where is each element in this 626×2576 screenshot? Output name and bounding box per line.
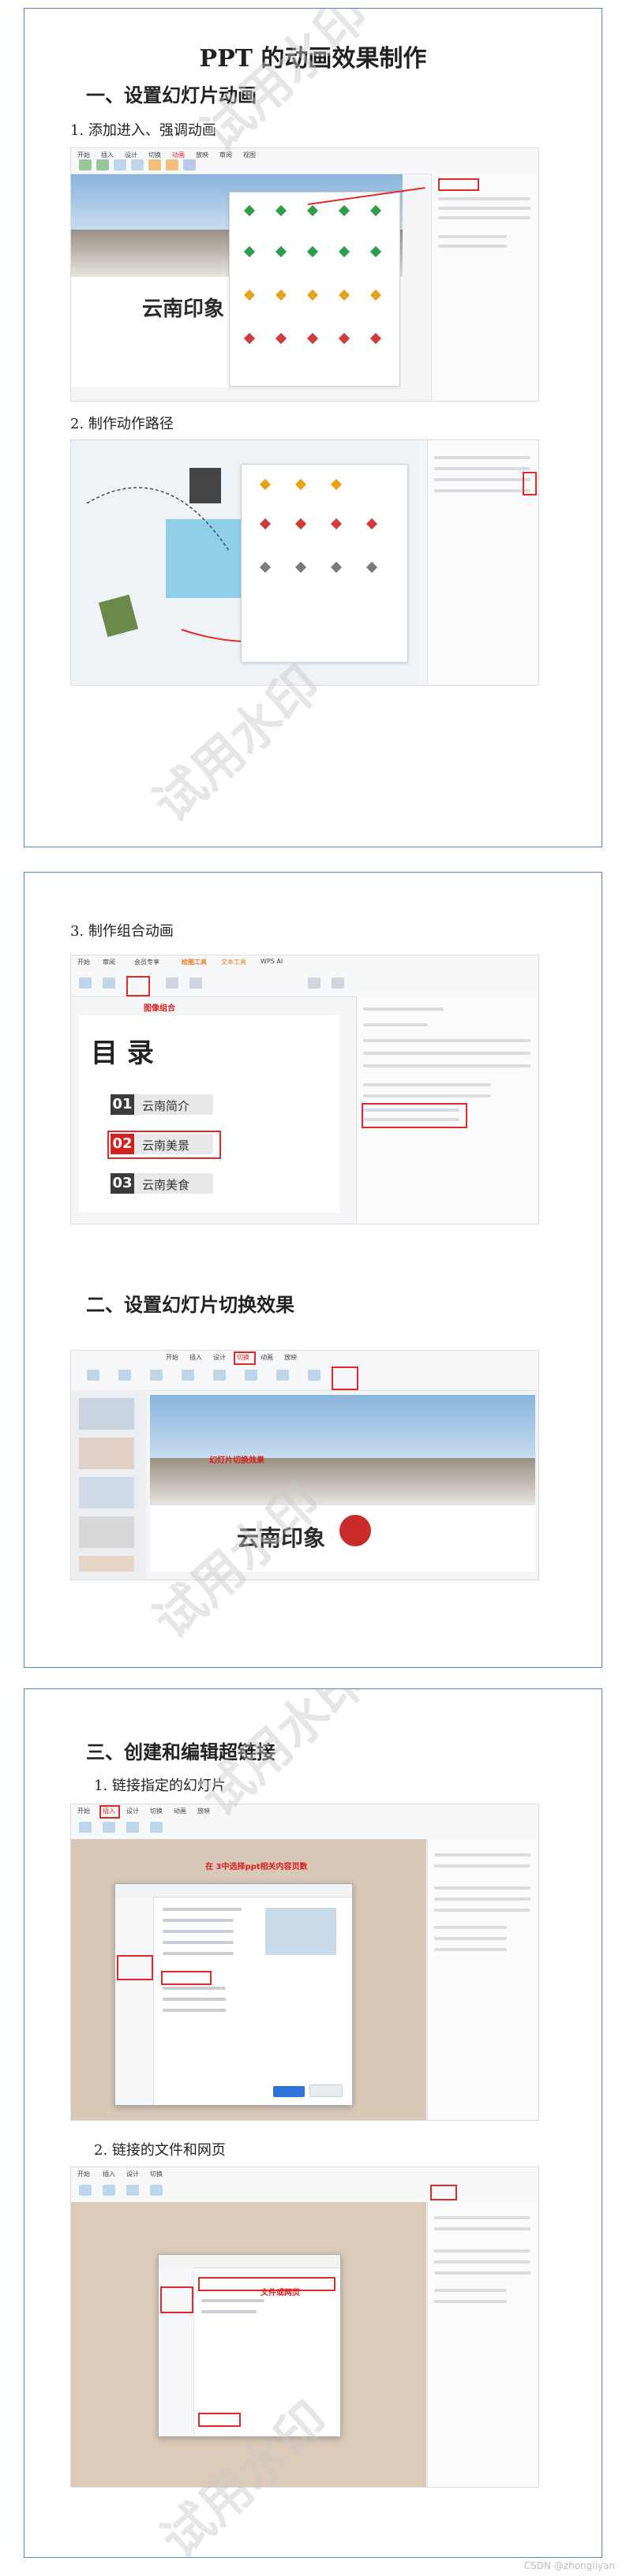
- group-button-highlight: [126, 976, 150, 996]
- toc-number-3: 03: [111, 1173, 134, 1194]
- document-page-1: PPT 的动画效果制作 一、设置幻灯片动画 1. 添加进入、强调动画 开始 插入…: [24, 8, 602, 847]
- hyperlink-button-highlight: [430, 2185, 457, 2200]
- slide-preview: [265, 1908, 336, 1955]
- toc-label-3: 云南美食: [142, 1178, 190, 1192]
- address-field-highlight: [198, 2413, 241, 2427]
- step-3-2-heading: 2. 链接的文件和网页: [94, 2142, 226, 2159]
- tab-animation[interactable]: 动画: [174, 1807, 186, 1815]
- toc-heading: 目 录: [91, 1038, 154, 1069]
- file-annotation: 文件或网页: [261, 2289, 300, 2297]
- tab-design[interactable]: 设计: [126, 1807, 139, 1815]
- screenshot-transition: 开始 插入 设计 切换 动画 放映 云南印象 幻灯片切换效果: [70, 1350, 539, 1580]
- hyperlink-annotation: 在 3中选择ppt相关内容页数: [205, 1863, 308, 1871]
- credit-text: CSDN @zhongliyan: [523, 2560, 615, 2571]
- slide-title: 云南印象: [142, 297, 225, 321]
- document-page-3: 三、创建和编辑超链接 1. 链接指定的幻灯片 开始 插入 设计 切换 动画 放映: [24, 1688, 602, 2558]
- screenshot-group-animation: 开始 审阅 会员专享 绘图工具 文本工具 WPS AI 图像组合 目 录 01 …: [70, 955, 539, 1224]
- slide-canvas[interactable]: 目 录 01 云南简介 02 云南美景 03 云南美食: [79, 1015, 339, 1213]
- ribbon: 开始 插入 设计 切换: [71, 2167, 538, 2203]
- screenshot-add-animation: 开始 插入 设计 切换 动画 放映 审阅 视图 云南印象: [70, 148, 539, 402]
- ribbon: 开始 审阅 会员专享 绘图工具 文本工具 WPS AI: [71, 955, 538, 997]
- animation-pane[interactable]: [356, 996, 538, 1224]
- tab-insert[interactable]: 插入: [189, 1353, 202, 1362]
- animation-pane[interactable]: [427, 2202, 538, 2487]
- tab-text-tools[interactable]: 文本工具: [221, 958, 246, 966]
- document-page-2: 3. 制作组合动画 开始 审阅 会员专享 绘图工具 文本工具 WPS AI 图像…: [24, 872, 602, 1668]
- logo-seal: [339, 1515, 371, 1546]
- tab-review[interactable]: 审阅: [103, 958, 115, 966]
- file-option-highlight: [160, 2286, 193, 2313]
- toc-number-1: 01: [111, 1094, 134, 1115]
- tab-transition[interactable]: 切换: [150, 2170, 163, 2178]
- step-1-3-heading: 3. 制作组合动画: [70, 923, 174, 940]
- screenshot-hyperlink-slide: 开始 插入 设计 切换 动画 放映 在 3中选择ppt相关内容页数: [70, 1804, 539, 2121]
- cancel-button[interactable]: [309, 2084, 343, 2097]
- transition-tab-highlight: [234, 1352, 256, 1365]
- animation-pane[interactable]: [427, 1839, 538, 2120]
- tab-insert[interactable]: 插入: [103, 2170, 115, 2178]
- tab-start[interactable]: 开始: [166, 1353, 178, 1362]
- insert-tab-highlight: [99, 1805, 120, 1819]
- tab-transition[interactable]: 切换: [150, 1807, 163, 1815]
- section-2-heading: 二、设置幻灯片切换效果: [86, 1293, 294, 1316]
- animation-pane[interactable]: [431, 174, 538, 401]
- toc-label-1: 云南简介: [142, 1099, 190, 1113]
- tab-wps-ai[interactable]: WPS AI: [261, 958, 283, 965]
- motion-path-gallery[interactable]: [241, 464, 408, 663]
- tab-slideshow[interactable]: 放映: [284, 1353, 297, 1362]
- add-effect-highlight: [438, 178, 479, 191]
- transition-annotation: 幻灯片切换效果: [209, 1456, 264, 1465]
- ribbon: 开始 插入 设计 切换 动画 放映: [71, 1804, 538, 1840]
- anim-list-highlight: [362, 1103, 467, 1128]
- ok-button[interactable]: [273, 2086, 305, 2097]
- animation-gallery[interactable]: [229, 192, 400, 387]
- ribbon: 开始 插入 设计 切换 动画 放映: [71, 1351, 538, 1391]
- screenshot-motion-path: [70, 439, 539, 686]
- tab-member[interactable]: 会员专享: [134, 958, 159, 966]
- side-tool-highlight: [523, 472, 537, 495]
- tab-start[interactable]: 开始: [77, 2170, 90, 2178]
- ribbon: 开始 插入 设计 切换 动画 放映 审阅 视图: [71, 148, 538, 174]
- effect-highlight: [332, 1367, 358, 1390]
- thumbnail-strip[interactable]: [71, 1390, 146, 1580]
- doc-location-highlight: [117, 1955, 153, 1980]
- tab-start[interactable]: 开始: [77, 1807, 90, 1815]
- tab-design[interactable]: 设计: [213, 1353, 226, 1362]
- selection-highlight: [107, 1131, 221, 1159]
- group-annotation: 图像组合: [144, 1004, 175, 1013]
- tab-drawing-tools[interactable]: 绘图工具: [182, 958, 207, 966]
- slide-3-highlight: [161, 1971, 212, 1985]
- tab-slideshow[interactable]: 放映: [197, 1807, 210, 1815]
- watermark: 试用水印: [190, 8, 380, 164]
- animation-pane[interactable]: [427, 440, 538, 685]
- tab-design[interactable]: 设计: [126, 2170, 139, 2178]
- insert-hyperlink-dialog[interactable]: [114, 1883, 353, 2106]
- step-1-2-heading: 2. 制作动作路径: [70, 416, 174, 432]
- tab-start[interactable]: 开始: [77, 958, 90, 966]
- tab-animation[interactable]: 动画: [261, 1353, 273, 1362]
